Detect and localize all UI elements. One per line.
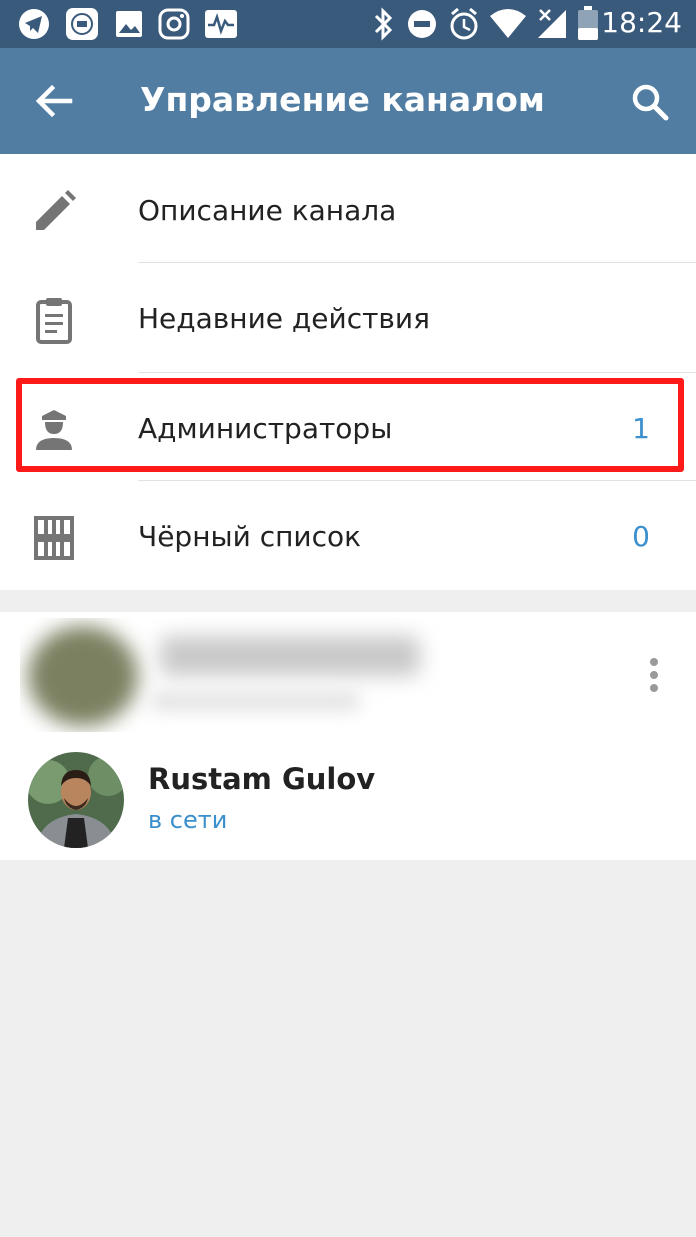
avatar bbox=[28, 752, 124, 848]
page-title: Управление каналом bbox=[140, 80, 545, 119]
blurred-avatar bbox=[28, 626, 138, 726]
bluetooth-icon bbox=[374, 7, 393, 41]
divider bbox=[138, 372, 696, 373]
members-list: Rustam Gulov в сети bbox=[0, 612, 696, 860]
instagram-icon bbox=[158, 8, 190, 40]
highlight-frame bbox=[16, 378, 684, 472]
divider bbox=[138, 262, 696, 263]
pencil-icon bbox=[28, 186, 80, 238]
list-item[interactable]: Rustam Gulov в сети bbox=[0, 748, 696, 860]
menu-item-label: Недавние действия bbox=[138, 302, 430, 335]
blurred-member bbox=[20, 618, 480, 732]
user-name: Rustam Gulov bbox=[148, 762, 376, 796]
battery-icon bbox=[578, 6, 598, 40]
menu-item-blacklist[interactable]: Чёрный список 0 bbox=[0, 482, 696, 590]
search-button[interactable] bbox=[622, 74, 678, 130]
blurred-subtitle bbox=[150, 690, 360, 712]
blacklist-icon bbox=[28, 512, 80, 564]
dnd-icon bbox=[408, 10, 436, 38]
signal-icon bbox=[538, 9, 566, 38]
more-options-button[interactable] bbox=[642, 656, 666, 696]
blacklist-count: 0 bbox=[632, 520, 650, 553]
status-bar: 18:24 bbox=[0, 0, 696, 48]
clipboard-icon bbox=[28, 294, 80, 346]
channel-settings-menu: Описание канала Недавние действия Админи… bbox=[0, 154, 696, 590]
arrow-back-icon bbox=[35, 84, 73, 118]
menu-item-description[interactable]: Описание канала bbox=[0, 156, 696, 264]
activity-icon bbox=[205, 10, 237, 38]
blurred-name bbox=[160, 636, 420, 676]
search-icon bbox=[632, 84, 669, 121]
app-bar: Управление каналом bbox=[0, 48, 696, 154]
divider bbox=[138, 480, 696, 481]
status-time: 18:24 bbox=[601, 6, 682, 39]
gallery-icon bbox=[116, 11, 142, 37]
more-vertical-icon bbox=[650, 658, 658, 692]
user-status: в сети bbox=[148, 806, 228, 834]
wifi-icon bbox=[490, 9, 526, 38]
back-button[interactable] bbox=[24, 76, 84, 126]
menu-item-label: Описание канала bbox=[138, 194, 397, 227]
mi-icon bbox=[66, 8, 98, 40]
alarm-icon bbox=[450, 7, 478, 40]
telegram-icon bbox=[19, 9, 49, 39]
menu-item-label: Чёрный список bbox=[138, 520, 362, 553]
menu-item-recent-actions[interactable]: Недавние действия bbox=[0, 264, 696, 372]
